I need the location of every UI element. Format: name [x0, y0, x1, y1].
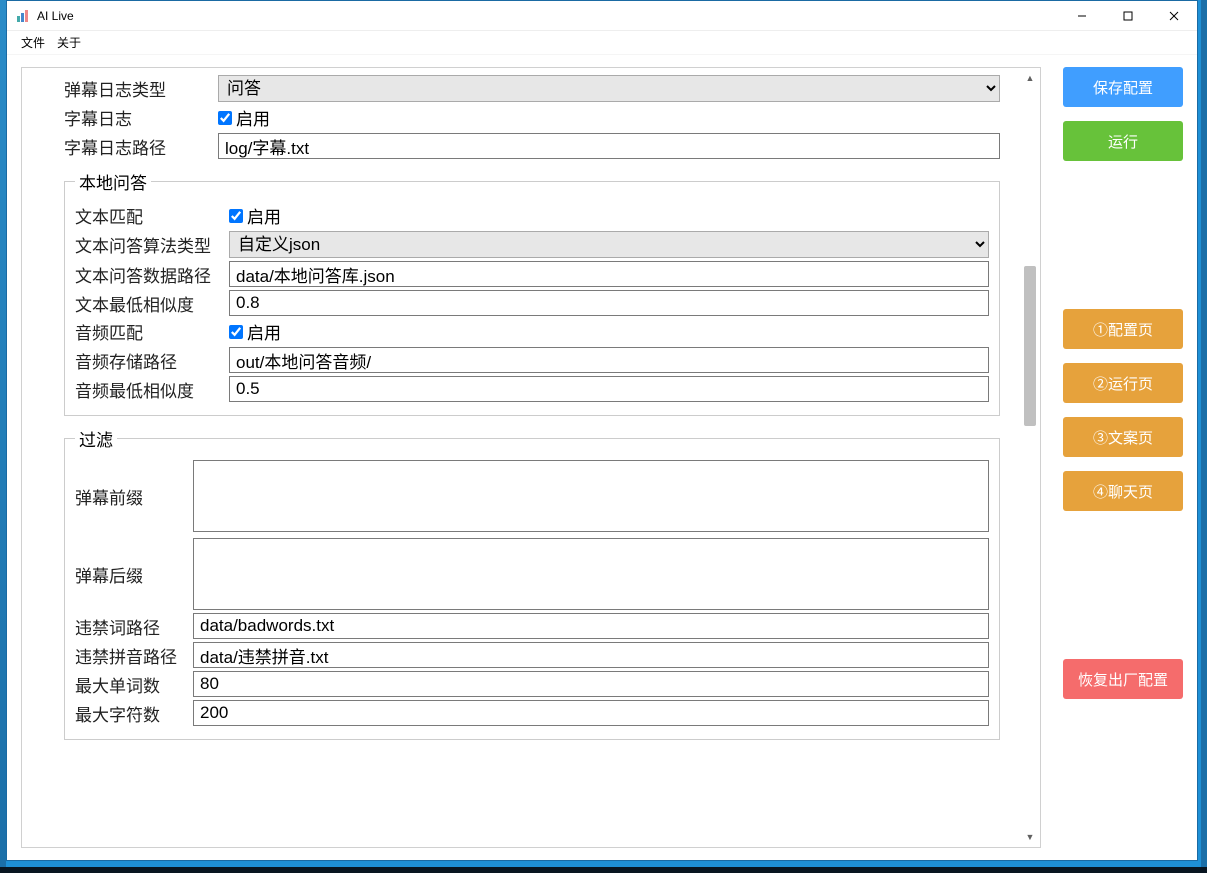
pinyin-input[interactable] — [193, 642, 989, 668]
algo-label: 文本问答算法类型 — [75, 232, 229, 257]
page-chat-button[interactable]: ④聊天页 — [1063, 471, 1183, 511]
caption-path-label: 字幕日志路径 — [64, 134, 218, 159]
scroll-thumb[interactable] — [1024, 266, 1036, 426]
scroll-up-icon[interactable]: ▲ — [1022, 70, 1038, 86]
menubar: 文件 关于 — [7, 31, 1197, 55]
data-path-input[interactable] — [229, 261, 989, 287]
app-window: AI Live 文件 关于 弹幕日志类型 问答 字幕日志 — [6, 0, 1198, 861]
audio-match-enable-text: 启用 — [247, 319, 281, 344]
prefix-input[interactable] — [193, 460, 989, 532]
side-panel: 保存配置 运行 ①配置页 ②运行页 ③文案页 ④聊天页 恢复出厂配置 — [1049, 55, 1197, 860]
algo-select[interactable]: 自定义json — [229, 231, 989, 258]
main-area: 弹幕日志类型 问答 字幕日志 启用 字幕日志路径 — [7, 55, 1049, 860]
page-config-button[interactable]: ①配置页 — [1063, 309, 1183, 349]
factory-reset-button[interactable]: 恢复出厂配置 — [1063, 659, 1183, 699]
audio-sim-label: 音频最低相似度 — [75, 377, 229, 402]
titlebar: AI Live — [7, 1, 1197, 31]
filter-fieldset: 过滤 弹幕前缀 弹幕后缀 违禁词路径 — [64, 426, 1000, 740]
filter-legend: 过滤 — [75, 426, 117, 451]
pinyin-label: 违禁拼音路径 — [75, 643, 193, 668]
text-match-checkbox[interactable] — [229, 209, 243, 223]
log-type-select[interactable]: 问答 — [218, 75, 1000, 102]
max-chars-input[interactable] — [193, 700, 989, 726]
max-chars-label: 最大字符数 — [75, 701, 193, 726]
menu-file[interactable]: 文件 — [21, 34, 45, 51]
window-title: AI Live — [37, 9, 74, 23]
max-words-label: 最大单词数 — [75, 672, 193, 697]
caption-log-label: 字幕日志 — [64, 105, 218, 130]
caption-log-checkbox[interactable] — [218, 111, 232, 125]
prefix-label: 弹幕前缀 — [75, 484, 193, 509]
audio-match-checkbox[interactable] — [229, 325, 243, 339]
minimize-button[interactable] — [1059, 1, 1105, 31]
caption-path-input[interactable] — [218, 133, 1000, 159]
scroll-down-icon[interactable]: ▼ — [1022, 829, 1038, 845]
page-script-button[interactable]: ③文案页 — [1063, 417, 1183, 457]
data-path-label: 文本问答数据路径 — [75, 262, 229, 287]
close-button[interactable] — [1151, 1, 1197, 31]
audio-sim-input[interactable] — [229, 376, 989, 402]
form-scroll-container: 弹幕日志类型 问答 字幕日志 启用 字幕日志路径 — [21, 67, 1041, 848]
audio-path-label: 音频存储路径 — [75, 348, 229, 373]
menu-about[interactable]: 关于 — [57, 34, 81, 51]
spacer — [1063, 525, 1183, 645]
suffix-input[interactable] — [193, 538, 989, 610]
taskbar — [0, 867, 1207, 873]
spacer — [1063, 175, 1183, 295]
content-area: 弹幕日志类型 问答 字幕日志 启用 字幕日志路径 — [7, 55, 1197, 860]
text-match-enable-text: 启用 — [247, 203, 281, 228]
caption-log-enable-text: 启用 — [236, 105, 270, 130]
min-sim-label: 文本最低相似度 — [75, 291, 229, 316]
log-type-label: 弹幕日志类型 — [64, 76, 218, 101]
vertical-scrollbar[interactable]: ▲ ▼ — [1022, 70, 1038, 845]
badwords-label: 违禁词路径 — [75, 614, 193, 639]
maximize-button[interactable] — [1105, 1, 1151, 31]
max-words-input[interactable] — [193, 671, 989, 697]
audio-match-label: 音频匹配 — [75, 319, 229, 344]
save-config-button[interactable]: 保存配置 — [1063, 67, 1183, 107]
app-icon — [15, 8, 31, 24]
run-button[interactable]: 运行 — [1063, 121, 1183, 161]
badwords-input[interactable] — [193, 613, 989, 639]
form-content: 弹幕日志类型 问答 字幕日志 启用 字幕日志路径 — [22, 67, 1020, 756]
audio-path-input[interactable] — [229, 347, 989, 373]
scroll-track[interactable] — [1022, 86, 1038, 829]
desktop-right-strip — [1201, 0, 1207, 873]
local-qa-legend: 本地问答 — [75, 169, 151, 194]
min-sim-input[interactable] — [229, 290, 989, 316]
suffix-label: 弹幕后缀 — [75, 562, 193, 587]
page-run-button[interactable]: ②运行页 — [1063, 363, 1183, 403]
local-qa-fieldset: 本地问答 文本匹配 启用 文本问答算法类型 自定义json — [64, 169, 1000, 416]
text-match-label: 文本匹配 — [75, 203, 229, 228]
